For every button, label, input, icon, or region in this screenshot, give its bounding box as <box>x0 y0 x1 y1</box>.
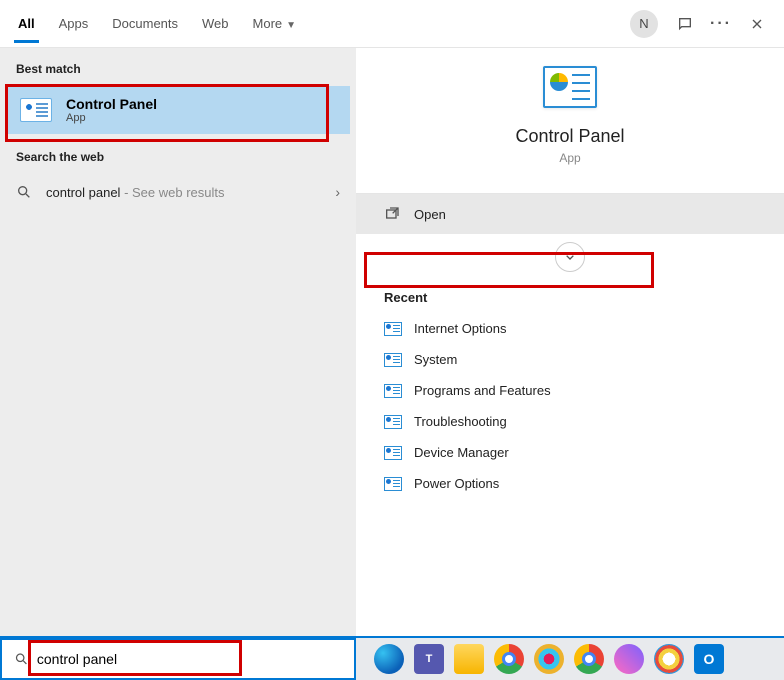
taskbar-apps: T O <box>356 644 724 674</box>
user-avatar[interactable]: N <box>630 10 658 38</box>
recent-programs-features[interactable]: Programs and Features <box>356 375 784 406</box>
search-body: Best match Control Panel App Search the … <box>0 48 784 636</box>
control-panel-icon <box>384 477 402 491</box>
details-pane: Control Panel App Open Recent Internet O… <box>356 48 784 636</box>
chevron-right-icon: › <box>335 184 340 200</box>
recent-system[interactable]: System <box>356 344 784 375</box>
close-icon[interactable] <box>748 15 766 33</box>
tab-more[interactable]: More▼ <box>253 4 297 43</box>
outlook-icon[interactable]: O <box>694 644 724 674</box>
search-input[interactable] <box>37 651 342 667</box>
result-subtitle: App <box>66 112 157 124</box>
tab-web[interactable]: Web <box>202 4 229 43</box>
tab-apps[interactable]: Apps <box>59 4 89 43</box>
web-search-result[interactable]: control panel - See web results › <box>0 174 356 210</box>
control-panel-icon <box>20 98 52 122</box>
start-menu-header: All Apps Documents Web More▼ N ··· <box>0 0 784 48</box>
control-panel-icon <box>384 415 402 429</box>
best-match-result[interactable]: Control Panel App <box>6 86 350 134</box>
control-panel-icon <box>384 322 402 336</box>
results-pane: Best match Control Panel App Search the … <box>0 48 356 636</box>
control-panel-icon-large <box>543 66 597 108</box>
taskbar: T O <box>0 636 784 680</box>
taskbar-search[interactable] <box>0 638 356 680</box>
header-actions: N ··· <box>630 10 766 38</box>
app-type: App <box>559 151 580 165</box>
teams-icon[interactable]: T <box>414 644 444 674</box>
open-action[interactable]: Open <box>356 194 784 234</box>
control-panel-icon <box>384 353 402 367</box>
search-icon <box>16 184 32 200</box>
web-query-text: control panel - See web results <box>46 185 225 200</box>
recent-troubleshooting[interactable]: Troubleshooting <box>356 406 784 437</box>
chevron-down-icon <box>562 249 578 265</box>
tab-all[interactable]: All <box>18 4 35 43</box>
recent-label: Recent <box>356 280 784 313</box>
best-match-label: Best match <box>0 48 356 86</box>
result-title: Control Panel <box>66 96 157 112</box>
feedback-icon[interactable] <box>676 15 694 33</box>
more-options-icon[interactable]: ··· <box>712 15 730 33</box>
recent-device-manager[interactable]: Device Manager <box>356 437 784 468</box>
edge-icon[interactable] <box>374 644 404 674</box>
app-name: Control Panel <box>515 126 624 147</box>
file-explorer-icon[interactable] <box>454 644 484 674</box>
chrome-icon[interactable] <box>494 644 524 674</box>
chrome-canary-icon[interactable] <box>574 644 604 674</box>
paint-icon[interactable] <box>654 644 684 674</box>
recent-power-options[interactable]: Power Options <box>356 468 784 499</box>
expand-button[interactable] <box>555 242 585 272</box>
recent-internet-options[interactable]: Internet Options <box>356 313 784 344</box>
open-label: Open <box>414 207 446 222</box>
search-web-label: Search the web <box>0 136 356 174</box>
app-hero: Control Panel App <box>356 66 784 194</box>
chevron-down-icon: ▼ <box>286 20 296 31</box>
control-panel-icon <box>384 446 402 460</box>
tab-documents[interactable]: Documents <box>112 4 178 43</box>
filter-tabs: All Apps Documents Web More▼ <box>18 4 630 43</box>
expand-row <box>356 234 784 280</box>
open-icon <box>384 206 400 222</box>
slack-icon[interactable] <box>534 644 564 674</box>
search-icon <box>14 651 29 667</box>
snipping-tool-icon[interactable] <box>614 644 644 674</box>
control-panel-icon <box>384 384 402 398</box>
